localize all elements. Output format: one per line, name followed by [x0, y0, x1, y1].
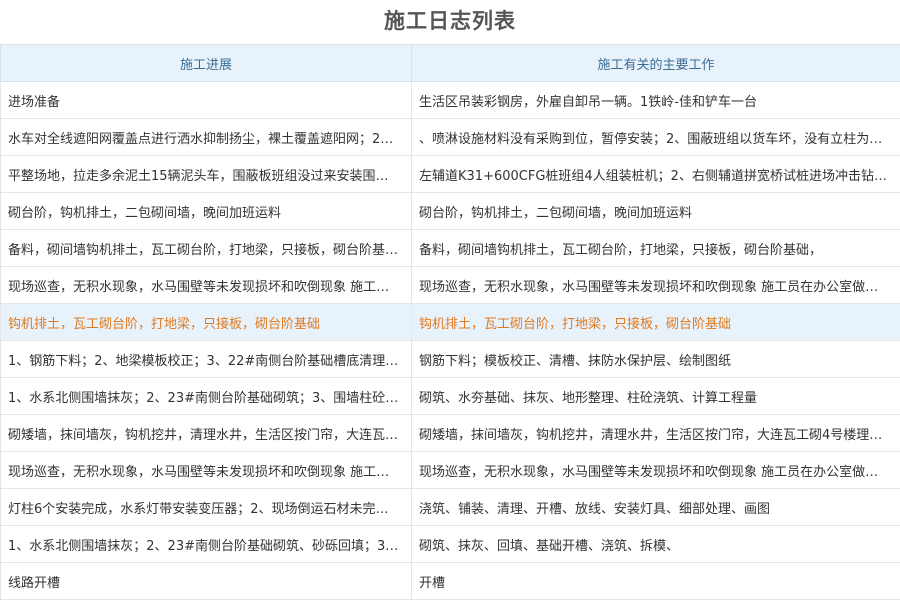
table-row[interactable]: 进场准备 生活区吊装彩钢房，外雇自卸吊一辆。1铁岭-佳和铲车一台 [0, 81, 900, 119]
table-row[interactable]: 线路开槽 开槽 [0, 562, 900, 600]
construction-log-page: 施工日志列表 施工进展 施工有关的主要工作 进场准备 生活区吊装彩钢房，外雇自卸… [0, 0, 900, 600]
cell-progress: 进场准备 [0, 81, 412, 119]
construction-log-table: 施工进展 施工有关的主要工作 进场准备 生活区吊装彩钢房，外雇自卸吊一辆。1铁岭… [0, 44, 900, 600]
cell-progress: 砌矮墙，抹间墙灰，钩机挖井，清理水井，生活区按门帘，大连瓦… [0, 414, 412, 452]
table-row[interactable]: 灯柱6个安装完成，水系灯带安装变压器；2、现场倒运石材未完成… 浇筑、铺装、清理… [0, 488, 900, 526]
table-row[interactable]: 水车对全线遮阳网覆盖点进行洒水抑制扬尘，裸土覆盖遮阳网；2… 、喷淋设施材料没有… [0, 118, 900, 156]
cell-progress: 线路开槽 [0, 562, 412, 600]
cell-progress: 灯柱6个安装完成，水系灯带安装变压器；2、现场倒运石材未完成… [0, 488, 412, 526]
cell-progress: 1、水系北侧围墙抹灰；2、23#南侧台阶基础砌筑、砂砾回填；3… [0, 525, 412, 563]
cell-progress: 现场巡查，无积水现象，水马围壁等未发现损坏和吹倒现象 施工… [0, 451, 412, 489]
cell-main-work: 钢筋下料；模板校正、清槽、抹防水保护层、绘制图纸 [411, 340, 900, 378]
cell-progress: 水车对全线遮阳网覆盖点进行洒水抑制扬尘，裸土覆盖遮阳网；2… [0, 118, 412, 156]
cell-main-work: 开槽 [411, 562, 900, 600]
cell-main-work: 浇筑、铺装、清理、开槽、放线、安装灯具、细部处理、画图 [411, 488, 900, 526]
cell-main-work: 现场巡查，无积水现象，水马围壁等未发现损坏和吹倒现象 施工员在办公室做内… [411, 266, 900, 304]
table-header-row: 施工进展 施工有关的主要工作 [0, 44, 900, 82]
cell-progress: 钩机排土，瓦工砌台阶，打地梁，只接板，砌台阶基础 [0, 303, 412, 341]
page-title: 施工日志列表 [384, 9, 516, 33]
table-row[interactable]: 1、水系北侧围墙抹灰；2、23#南侧台阶基础砌筑、砂砾回填；3… 砌筑、抹灰、回… [0, 525, 900, 563]
table-row[interactable]: 砌矮墙，抹间墙灰，钩机挖井，清理水井，生活区按门帘，大连瓦… 砌矮墙，抹间墙灰，… [0, 414, 900, 452]
cell-progress: 砌台阶，钩机排土，二包砌间墙，晚间加班运料 [0, 192, 412, 230]
cell-main-work: 现场巡查，无积水现象，水马围壁等未发现损坏和吹倒现象 施工员在办公室做内… [411, 451, 900, 489]
cell-main-work: 左辅道K31+600CFG桩班组4人组装桩机；2、右侧辅道拼宽桥试桩进场冲击钻一… [411, 155, 900, 193]
table-row[interactable]: 砌台阶，钩机排土，二包砌间墙，晚间加班运料 砌台阶，钩机排土，二包砌间墙，晚间加… [0, 192, 900, 230]
cell-main-work: 备料，砌间墙钩机排土，瓦工砌台阶，打地梁，只接板，砌台阶基础， [411, 229, 900, 267]
table-row[interactable]: 1、钢筋下料；2、地梁模板校正；3、22#南侧台阶基础槽底清理… 钢筋下料；模板… [0, 340, 900, 378]
table-row[interactable]: 现场巡查，无积水现象，水马围壁等未发现损坏和吹倒现象 施工… 现场巡查，无积水现… [0, 266, 900, 304]
cell-main-work: 砌台阶，钩机排土，二包砌间墙，晚间加班运料 [411, 192, 900, 230]
column-header-progress[interactable]: 施工进展 [0, 44, 412, 82]
cell-progress: 平整场地，拉走多余泥土15辆泥头车，围蔽板班组没过来安装围蔽… [0, 155, 412, 193]
cell-main-work: 砌矮墙，抹间墙灰，钩机挖井，清理水井，生活区按门帘，大连瓦工砌4号楼理石板 [411, 414, 900, 452]
column-header-main-work[interactable]: 施工有关的主要工作 [411, 44, 900, 82]
cell-progress: 1、钢筋下料；2、地梁模板校正；3、22#南侧台阶基础槽底清理… [0, 340, 412, 378]
cell-main-work: 、喷淋设施材料没有采购到位，暂停安装；2、围蔽班组以货车坏，没有立柱为理… [411, 118, 900, 156]
cell-progress: 现场巡查，无积水现象，水马围壁等未发现损坏和吹倒现象 施工… [0, 266, 412, 304]
table-row-highlighted[interactable]: 钩机排土，瓦工砌台阶，打地梁，只接板，砌台阶基础 钩机排土，瓦工砌台阶，打地梁，… [0, 303, 900, 341]
table-row[interactable]: 备料，砌间墙钩机排土，瓦工砌台阶，打地梁，只接板，砌台阶基… 备料，砌间墙钩机排… [0, 229, 900, 267]
cell-main-work: 生活区吊装彩钢房，外雇自卸吊一辆。1铁岭-佳和铲车一台 [411, 81, 900, 119]
cell-main-work: 钩机排土，瓦工砌台阶，打地梁，只接板，砌台阶基础 [411, 303, 900, 341]
cell-main-work: 砌筑、抹灰、回填、基础开槽、浇筑、拆模、 [411, 525, 900, 563]
cell-progress: 1、水系北侧围墙抹灰；2、23#南侧台阶基础砌筑；3、围墙柱砼… [0, 377, 412, 415]
table-row[interactable]: 平整场地，拉走多余泥土15辆泥头车，围蔽板班组没过来安装围蔽… 左辅道K31+6… [0, 155, 900, 193]
cell-progress: 备料，砌间墙钩机排土，瓦工砌台阶，打地梁，只接板，砌台阶基… [0, 229, 412, 267]
cell-main-work: 砌筑、水夯基础、抹灰、地形整理、柱砼浇筑、计算工程量 [411, 377, 900, 415]
table-row[interactable]: 1、水系北侧围墙抹灰；2、23#南侧台阶基础砌筑；3、围墙柱砼… 砌筑、水夯基础… [0, 377, 900, 415]
table-row[interactable]: 现场巡查，无积水现象，水马围壁等未发现损坏和吹倒现象 施工… 现场巡查，无积水现… [0, 451, 900, 489]
